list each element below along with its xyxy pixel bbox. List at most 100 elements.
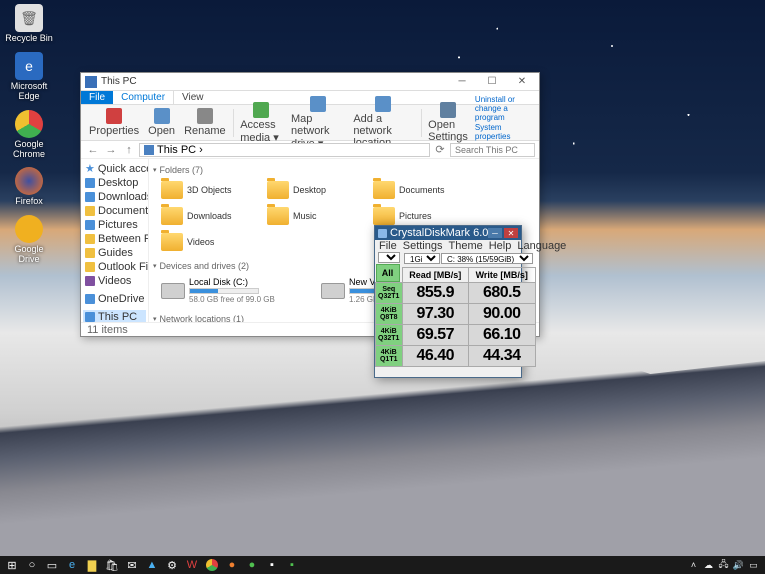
- desktop-icon-drive[interactable]: Google Drive: [4, 215, 54, 265]
- desktop-icon-firefox[interactable]: Firefox: [4, 167, 54, 207]
- desktop-icon-recycle-bin[interactable]: 🗑 Recycle Bin: [4, 4, 54, 44]
- breadcrumb[interactable]: This PC ›: [157, 144, 203, 156]
- volume-tray-icon[interactable]: 🔊: [733, 560, 744, 571]
- desktop-icon-edge[interactable]: e Microsoft Edge: [4, 52, 54, 102]
- downloads-icon: [85, 192, 95, 202]
- menu-theme[interactable]: Theme: [448, 240, 482, 251]
- taskbar-store[interactable]: 🛍: [102, 557, 122, 573]
- videos-icon: [85, 276, 95, 286]
- taskview-button[interactable]: ▭: [42, 557, 62, 573]
- folder-icon: [161, 207, 183, 225]
- cdm-footer: [375, 367, 521, 377]
- back-button[interactable]: ←: [85, 143, 101, 157]
- 4k-q1t1-button[interactable]: 4KiB Q1T1: [376, 346, 403, 367]
- folder-downloads[interactable]: Downloads: [161, 207, 247, 225]
- folder-music[interactable]: Music: [267, 207, 353, 225]
- open-settings-button[interactable]: Open Settings: [424, 101, 472, 144]
- taskbar-terminal[interactable]: ▪: [262, 557, 282, 573]
- seq-q32t1-button[interactable]: Seq Q32T1: [376, 283, 403, 304]
- taskbar-firefox[interactable]: ●: [222, 557, 242, 573]
- thispc-small-icon: [144, 145, 154, 155]
- network-tray-icon[interactable]: 🖧: [718, 560, 729, 571]
- maximize-button[interactable]: ☐: [479, 75, 505, 89]
- taskbar-settings[interactable]: ⚙: [162, 557, 182, 573]
- taskbar-edge[interactable]: e: [62, 557, 82, 573]
- folder-pictures[interactable]: Pictures: [373, 207, 459, 225]
- 4k-q8t8-button[interactable]: 4KiB Q8T8: [376, 304, 403, 325]
- folders-header[interactable]: Folders (7): [153, 163, 535, 177]
- 4k-q32t1-button[interactable]: 4KiB Q32T1: [376, 325, 403, 346]
- refresh-button[interactable]: ⟳: [432, 143, 448, 157]
- cdm-titlebar[interactable]: CrystalDiskMark 6.0.1 x64 (UWP) ─ ✕: [375, 226, 521, 240]
- drive-c[interactable]: Local Disk (C:) 58.0 GB free of 99.0 GB: [161, 277, 301, 304]
- sidebar-onedrive[interactable]: OneDrive - Family: [83, 292, 146, 306]
- taskbar-spotify[interactable]: ●: [242, 557, 262, 573]
- cdm-close-button[interactable]: ✕: [504, 228, 518, 238]
- sidebar-thispc[interactable]: This PC: [83, 310, 146, 322]
- sidebar-item[interactable]: Between PCs: [83, 232, 146, 246]
- cdm-minimize-button[interactable]: ─: [488, 228, 502, 238]
- address-bar[interactable]: This PC ›: [139, 143, 430, 157]
- open-button[interactable]: Open: [144, 107, 179, 138]
- up-button[interactable]: ↑: [121, 143, 137, 157]
- taskbar-chrome[interactable]: [202, 557, 222, 573]
- sidebar-item[interactable]: Videos: [83, 274, 146, 288]
- close-button[interactable]: ✕: [509, 75, 535, 89]
- disk-icon: [321, 283, 345, 299]
- explorer-titlebar[interactable]: This PC ─ ☐ ✕: [81, 73, 539, 91]
- tab-computer[interactable]: Computer: [113, 91, 174, 104]
- sidebar-item[interactable]: Documents: [83, 204, 146, 218]
- folder-icon: [267, 207, 289, 225]
- menu-help[interactable]: Help: [489, 240, 512, 251]
- address-bar-row: ← → ↑ This PC › ⟳: [81, 141, 539, 159]
- folder-documents[interactable]: Documents: [373, 181, 459, 199]
- menu-file[interactable]: File: [379, 240, 397, 251]
- tab-file[interactable]: File: [81, 91, 113, 104]
- disk-icon: [161, 283, 185, 299]
- folder-icon: [373, 207, 395, 225]
- desktop-icon-chrome[interactable]: Google Chrome: [4, 110, 54, 160]
- folder-desktop[interactable]: Desktop: [267, 181, 353, 199]
- sidebar-item[interactable]: Downloads: [83, 190, 146, 204]
- runs-select[interactable]: 5: [378, 252, 400, 263]
- taskbar-explorer[interactable]: ▇: [82, 557, 102, 573]
- folder-videos[interactable]: Videos: [161, 233, 247, 251]
- all-button[interactable]: All: [376, 264, 400, 282]
- menu-settings[interactable]: Settings: [403, 240, 443, 251]
- forward-button[interactable]: →: [103, 143, 119, 157]
- folder-icon: [373, 181, 395, 199]
- chrome-icon: [15, 110, 43, 138]
- sidebar-item[interactable]: Outlook Files: [83, 260, 146, 274]
- edge-icon: e: [15, 52, 43, 80]
- sidebar-item[interactable]: Desktop: [83, 176, 146, 190]
- tab-view[interactable]: View: [174, 91, 212, 104]
- taskbar-app[interactable]: ▪: [282, 557, 302, 573]
- gear-icon: [440, 102, 456, 118]
- sidebar-item[interactable]: Guides: [83, 246, 146, 260]
- search-input[interactable]: [450, 143, 535, 157]
- cortana-button[interactable]: ○: [22, 557, 42, 573]
- system-properties-link[interactable]: System properties: [475, 123, 533, 141]
- menu-language[interactable]: Language: [517, 240, 566, 251]
- uninstall-link[interactable]: Uninstall or change a program: [475, 95, 533, 122]
- folder-3d-objects[interactable]: 3D Objects: [161, 181, 247, 199]
- nav-pane[interactable]: ★Quick access Desktop Downloads Document…: [81, 159, 149, 322]
- add-location-icon: [375, 96, 391, 112]
- rename-button[interactable]: Rename: [180, 107, 230, 138]
- target-select[interactable]: C: 38% (15/59GiB): [441, 253, 533, 264]
- minimize-button[interactable]: ─: [449, 75, 475, 89]
- 4k32-write: 66.10: [469, 325, 536, 346]
- tray-overflow-icon[interactable]: ˄: [688, 560, 699, 571]
- sidebar-quick-access[interactable]: ★Quick access: [83, 161, 146, 176]
- usage-bar: [189, 288, 259, 294]
- onedrive-tray-icon[interactable]: ☁: [703, 560, 714, 571]
- size-select[interactable]: 1GiB: [404, 253, 440, 264]
- action-center-icon[interactable]: ▭: [748, 560, 759, 571]
- start-button[interactable]: ⊞: [2, 557, 22, 573]
- properties-button[interactable]: Properties: [85, 107, 143, 138]
- taskbar-word[interactable]: W: [182, 557, 202, 573]
- sidebar-item[interactable]: Pictures: [83, 218, 146, 232]
- taskbar-photos[interactable]: ▲: [142, 557, 162, 573]
- access-media-button[interactable]: Access media ▾: [236, 101, 286, 145]
- taskbar-mail[interactable]: ✉: [122, 557, 142, 573]
